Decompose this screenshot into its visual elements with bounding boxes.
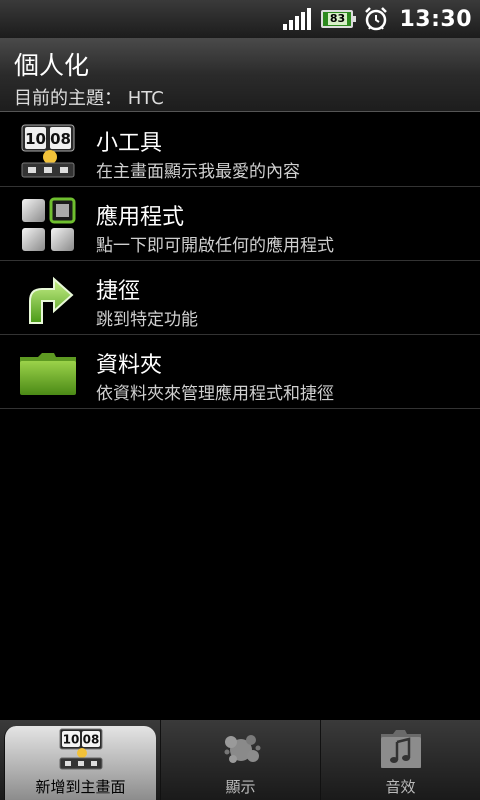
battery-icon: 83	[321, 10, 357, 28]
list-item-apps[interactable]: 應用程式 點一下即可開啟任何的應用程式	[0, 187, 480, 261]
signal-icon	[283, 8, 312, 30]
widget-time-minutes: 08	[50, 130, 71, 148]
widget-time-hours: 10	[25, 130, 46, 148]
list-item-shortcuts[interactable]: 捷徑 跳到特定功能	[0, 261, 480, 335]
bottom-tab-bar: 10 08 新增到主畫面 顯示 音效	[0, 720, 480, 800]
item-subtitle: 在主畫面顯示我最愛的內容	[96, 162, 300, 182]
widget-time-hours: 10	[62, 733, 79, 747]
item-title: 捷徑	[96, 279, 141, 304]
current-theme-label: 目前的主題： HTC	[14, 88, 164, 109]
add-to-home-list: 10 08 小工具 在主畫面顯示我最愛的內容 應用程式 點一下即可開啟任何的應用…	[0, 113, 480, 409]
paint-splash-icon	[224, 735, 260, 763]
widget-clock-icon: 10 08	[21, 124, 75, 178]
list-item-folders[interactable]: 資料夾 依資料夾來管理應用程式和捷徑	[0, 335, 480, 409]
alarm-icon	[365, 7, 388, 31]
tab-label: 顯示	[225, 778, 256, 796]
tab-label: 新增到主畫面	[35, 778, 126, 796]
folder-icon	[20, 353, 76, 395]
widget-time-minutes: 08	[82, 733, 99, 747]
apps-grid-icon	[22, 197, 76, 251]
item-subtitle: 依資料夾來管理應用程式和捷徑	[96, 384, 334, 404]
page-title: 個人化	[14, 51, 90, 80]
item-title: 應用程式	[96, 205, 185, 230]
page-header: 個人化 目前的主題： HTC	[0, 38, 480, 112]
widget-clock-icon: 10 08	[59, 728, 102, 770]
list-item-widgets[interactable]: 10 08 小工具 在主畫面顯示我最愛的內容	[0, 113, 480, 187]
tab-add-to-home[interactable]: 10 08 新增到主畫面	[4, 726, 156, 800]
status-bar: 83 13:30	[0, 0, 480, 38]
item-title: 小工具	[96, 131, 163, 156]
shortcut-arrow-icon	[29, 276, 74, 324]
tab-sound[interactable]: 音效	[320, 720, 480, 800]
music-note-icon	[380, 730, 421, 768]
tab-label: 音效	[385, 778, 416, 796]
item-subtitle: 跳到特定功能	[96, 310, 198, 330]
tab-display[interactable]: 顯示	[160, 720, 320, 800]
status-time: 13:30	[399, 6, 472, 32]
battery-level: 83	[327, 12, 348, 25]
item-title: 資料夾	[96, 353, 163, 378]
item-subtitle: 點一下即可開啟任何的應用程式	[96, 236, 334, 256]
